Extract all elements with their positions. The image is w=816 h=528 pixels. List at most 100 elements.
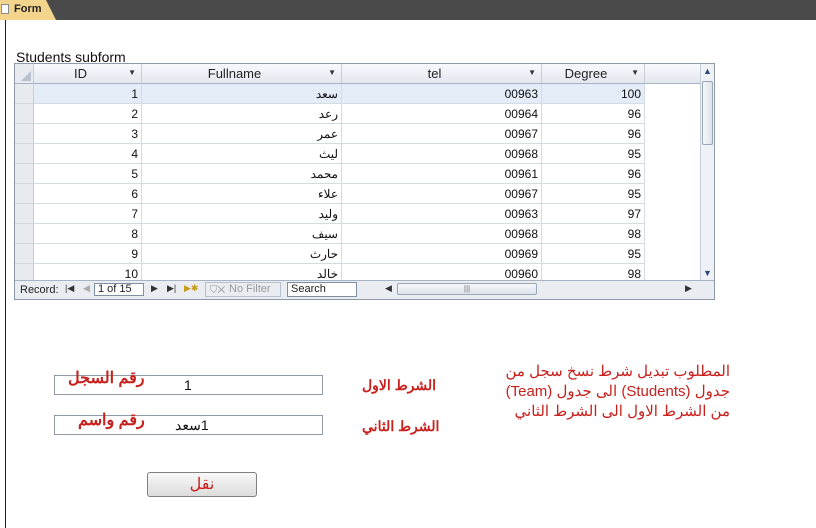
vertical-scroll-thumb[interactable] <box>702 81 713 145</box>
column-header-fullname[interactable]: Fullname ▼ <box>142 64 342 84</box>
cell-fullname[interactable]: حارث <box>142 244 342 264</box>
cell-degree[interactable]: 98 <box>542 224 645 244</box>
record-number-value: 1 <box>184 377 192 393</box>
row-selector[interactable] <box>15 264 34 280</box>
cell-degree[interactable]: 98 <box>542 264 645 280</box>
cell-degree[interactable]: 96 <box>542 104 645 124</box>
table-row[interactable]: 2 رعد 00964 96 <box>15 104 701 124</box>
cell-id[interactable]: 7 <box>34 204 142 224</box>
cell-fullname[interactable]: وليد <box>142 204 342 224</box>
table-row[interactable]: 10 خالد 00960 98 <box>15 264 701 280</box>
scroll-down-icon[interactable]: ▼ <box>703 268 712 278</box>
scroll-right-icon[interactable]: ▶ <box>685 283 692 294</box>
cell-degree[interactable]: 95 <box>542 144 645 164</box>
cell-tel[interactable]: 00968 <box>342 144 542 164</box>
cell-degree[interactable]: 97 <box>542 204 645 224</box>
column-header-label: Degree <box>564 66 608 81</box>
cell-fullname[interactable]: خالد <box>142 264 342 280</box>
row-selector[interactable] <box>15 204 34 224</box>
cell-id[interactable]: 3 <box>34 124 142 144</box>
dropdown-arrow-icon[interactable]: ▼ <box>328 68 336 77</box>
instructions-note: المطلوب تبديل شرط نسخ سجل من جدول (Stude… <box>480 362 730 422</box>
last-record-icon[interactable]: ▶| <box>167 283 176 294</box>
table-row[interactable]: 6 علاء 00967 95 <box>15 184 701 204</box>
column-header-degree[interactable]: Degree ▼ <box>542 64 645 84</box>
cell-id[interactable]: 1 <box>34 84 142 104</box>
cell-id[interactable]: 4 <box>34 144 142 164</box>
instructions-line-1: المطلوب تبديل شرط نسخ سجل من <box>505 363 730 380</box>
current-record-field[interactable]: 1 of 15 <box>94 283 144 296</box>
cell-tel[interactable]: 00968 <box>342 224 542 244</box>
cell-tel[interactable]: 00967 <box>342 124 542 144</box>
tab-form-label: Form <box>14 3 42 15</box>
dropdown-arrow-icon[interactable]: ▼ <box>528 68 536 77</box>
row-selector[interactable] <box>15 164 34 184</box>
cell-tel[interactable]: 00963 <box>342 84 542 104</box>
scroll-left-icon[interactable]: ◀ <box>385 283 392 294</box>
column-header-tel[interactable]: tel ▼ <box>342 64 542 84</box>
horizontal-scroll-thumb[interactable]: ||| <box>397 283 537 295</box>
first-condition-label: الشرط الاول <box>362 377 437 393</box>
cell-tel[interactable]: 00961 <box>342 164 542 184</box>
table-row[interactable]: 7 وليد 00963 97 <box>15 204 701 224</box>
scroll-up-icon[interactable]: ▲ <box>703 66 712 76</box>
cell-degree[interactable]: 95 <box>542 244 645 264</box>
first-record-icon[interactable]: |◀ <box>65 283 74 294</box>
cell-tel[interactable]: 00969 <box>342 244 542 264</box>
vertical-scrollbar[interactable]: ▲ ▼ <box>700 64 714 280</box>
column-header-id[interactable]: ID ▼ <box>34 64 142 84</box>
next-record-icon[interactable]: ▶ <box>151 283 158 294</box>
number-and-name-value: 1سعد <box>175 417 209 433</box>
cell-id[interactable]: 2 <box>34 104 142 124</box>
cell-degree[interactable]: 95 <box>542 184 645 204</box>
row-selector[interactable] <box>15 184 34 204</box>
row-selector[interactable] <box>15 124 34 144</box>
filter-status-button[interactable]: ⛉✕ No Filter <box>205 282 281 297</box>
table-row[interactable]: 3 عمر 00967 96 <box>15 124 701 144</box>
table-row[interactable]: 9 حارث 00969 95 <box>15 244 701 264</box>
cell-degree[interactable]: 100 <box>542 84 645 104</box>
cell-degree[interactable]: 96 <box>542 164 645 184</box>
column-header-label: tel <box>427 66 442 81</box>
dropdown-arrow-icon[interactable]: ▼ <box>128 68 136 77</box>
row-selector[interactable] <box>15 224 34 244</box>
row-selector[interactable] <box>15 244 34 264</box>
table-row[interactable]: 8 سيف 00968 98 <box>15 224 701 244</box>
students-datasheet[interactable]: ID ▼ Fullname ▼ tel ▼ Degree ▼ 1 سعد 00963 100 … <box>14 63 715 300</box>
cell-tel[interactable]: 00964 <box>342 104 542 124</box>
transfer-button[interactable]: نقل <box>147 472 257 497</box>
row-selector[interactable] <box>15 84 34 104</box>
table-row[interactable]: 1 سعد 00963 100 <box>15 84 701 104</box>
cell-fullname[interactable]: ليث <box>142 144 342 164</box>
new-record-icon[interactable]: ▶✱ <box>184 283 198 294</box>
instructions-line-3: من الشرط الاول الى الشرط الثاني <box>514 403 730 420</box>
cell-id[interactable]: 6 <box>34 184 142 204</box>
table-row[interactable]: 4 ليث 00968 95 <box>15 144 701 164</box>
cell-fullname[interactable]: عمر <box>142 124 342 144</box>
cell-fullname[interactable]: محمد <box>142 164 342 184</box>
cell-id[interactable]: 5 <box>34 164 142 184</box>
cell-fullname[interactable]: سيف <box>142 224 342 244</box>
dropdown-arrow-icon[interactable]: ▼ <box>631 68 639 77</box>
second-condition-label: الشرط الثاني <box>362 418 440 434</box>
cell-fullname[interactable]: سعد <box>142 84 342 104</box>
cell-fullname[interactable]: علاء <box>142 184 342 204</box>
cell-id[interactable]: 8 <box>34 224 142 244</box>
cell-tel[interactable]: 00960 <box>342 264 542 280</box>
select-all-corner[interactable] <box>15 64 34 84</box>
row-selector[interactable] <box>15 104 34 124</box>
row-selector[interactable] <box>15 144 34 164</box>
table-row[interactable]: 5 محمد 00961 96 <box>15 164 701 184</box>
cell-tel[interactable]: 00967 <box>342 184 542 204</box>
horizontal-scrollbar[interactable]: ◀ ||| ▶ <box>383 281 695 298</box>
cell-id[interactable]: 9 <box>34 244 142 264</box>
cell-degree[interactable]: 96 <box>542 124 645 144</box>
search-input[interactable]: Search <box>287 282 357 297</box>
cell-tel[interactable]: 00963 <box>342 204 542 224</box>
instructions-line-2: جدول (Students) الى جدول (Team) <box>505 383 730 400</box>
cell-fullname[interactable]: رعد <box>142 104 342 124</box>
record-label: Record: <box>20 284 59 296</box>
prev-record-icon[interactable]: ◀ <box>83 283 90 294</box>
column-header-empty <box>645 64 701 84</box>
cell-id[interactable]: 10 <box>34 264 142 280</box>
